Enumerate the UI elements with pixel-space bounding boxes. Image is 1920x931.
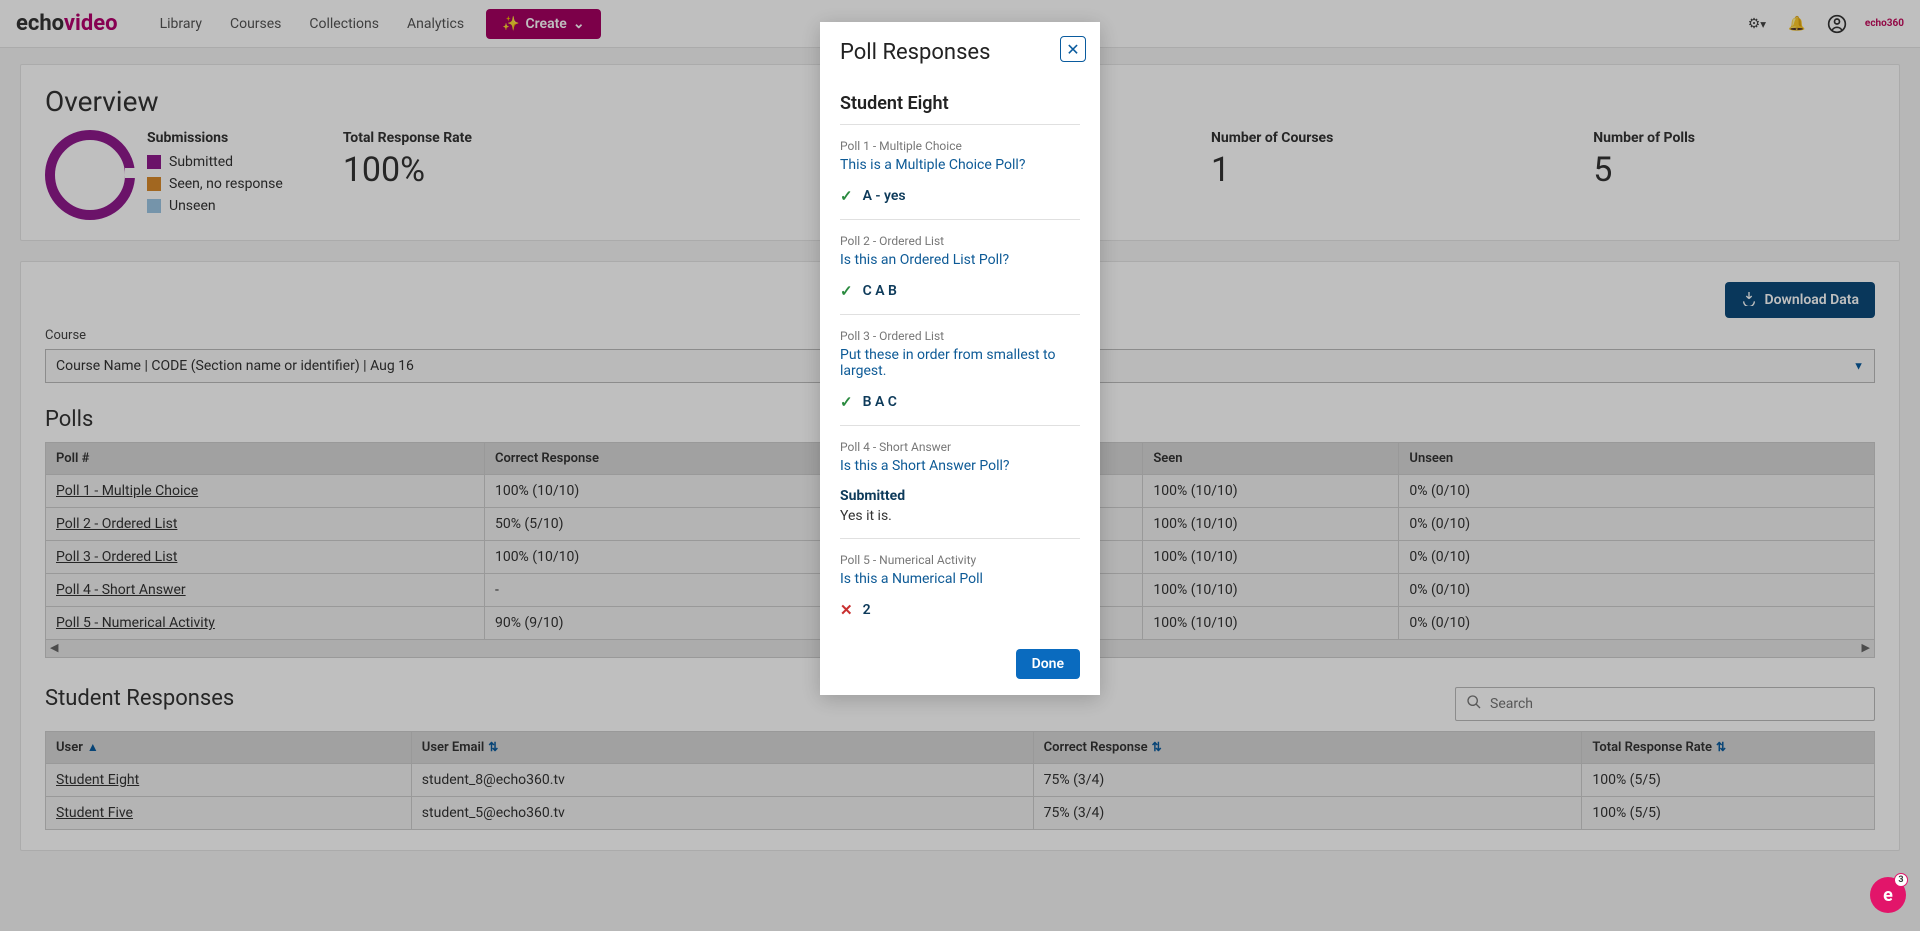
poll-question: This is a Multiple Choice Poll? — [840, 157, 1080, 173]
short-answer-text: Yes it is. — [840, 508, 1080, 524]
poll-question: Is this a Numerical Poll — [840, 571, 1080, 587]
modal-poll-block: Poll 3 - Ordered List Put these in order … — [840, 315, 1080, 426]
poll-answer: C A B — [863, 283, 897, 299]
modal-close-button[interactable]: ✕ — [1060, 36, 1086, 62]
fab-letter: e — [1883, 885, 1893, 906]
short-answer-status: Submitted — [840, 488, 1080, 504]
poll-id: Poll 5 - Numerical Activity — [840, 553, 1080, 567]
poll-question: Is this an Ordered List Poll? — [840, 252, 1080, 268]
modal-title: Poll Responses — [840, 40, 1080, 65]
close-icon: ✕ — [1066, 40, 1079, 59]
poll-responses-modal: Poll Responses ✕ Student Eight Poll 1 - … — [820, 22, 1100, 695]
check-icon: ✓ — [840, 393, 853, 411]
x-icon: ✕ — [840, 601, 853, 619]
check-icon: ✓ — [840, 282, 853, 300]
poll-id: Poll 1 - Multiple Choice — [840, 139, 1080, 153]
poll-question: Put these in order from smallest to larg… — [840, 347, 1080, 379]
poll-answer: B A C — [863, 394, 897, 410]
poll-question: Is this a Short Answer Poll? — [840, 458, 1080, 474]
poll-id: Poll 2 - Ordered List — [840, 234, 1080, 248]
modal-poll-block: Poll 2 - Ordered List Is this an Ordered … — [840, 220, 1080, 315]
modal-poll-block: Poll 5 - Numerical Activity Is this a Num… — [840, 539, 1080, 633]
poll-answer: A - yes — [863, 188, 906, 204]
done-button[interactable]: Done — [1016, 649, 1080, 679]
modal-poll-block: Poll 1 - Multiple Choice This is a Multip… — [840, 125, 1080, 220]
modal-student-name: Student Eight — [840, 93, 1080, 125]
poll-answer: 2 — [863, 602, 871, 618]
poll-id: Poll 3 - Ordered List — [840, 329, 1080, 343]
check-icon: ✓ — [840, 187, 853, 205]
modal-overlay[interactable]: Poll Responses ✕ Student Eight Poll 1 - … — [0, 0, 1920, 931]
modal-poll-block: Poll 4 - Short Answer Is this a Short Ans… — [840, 426, 1080, 539]
help-fab[interactable]: e 3 — [1870, 877, 1906, 913]
fab-badge: 3 — [1894, 873, 1908, 887]
poll-id: Poll 4 - Short Answer — [840, 440, 1080, 454]
